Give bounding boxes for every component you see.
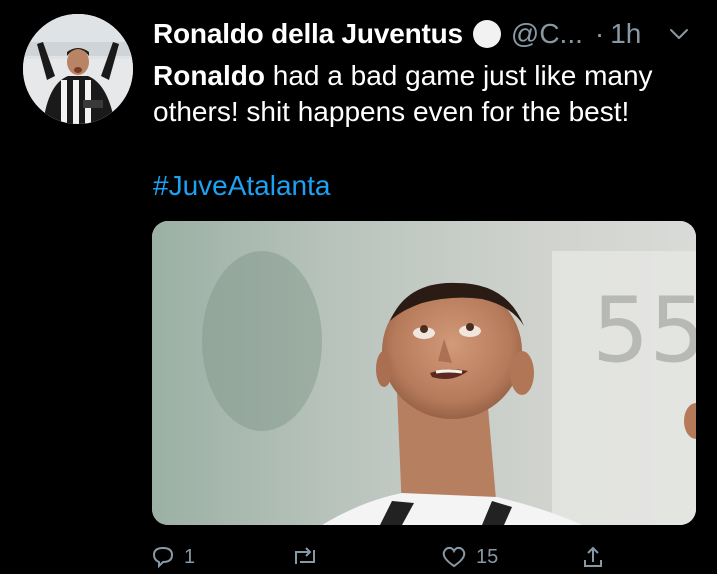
share-icon: [584, 546, 602, 567]
retweet-button[interactable]: [290, 544, 440, 570]
svg-text:55: 55: [592, 278, 696, 383]
player-photo: 55: [152, 221, 696, 525]
retweet-icon: [295, 547, 315, 564]
white-circle-icon: [472, 20, 501, 48]
reply-count: 1: [184, 545, 196, 568]
share-button[interactable]: [580, 544, 606, 570]
tweet-media-image[interactable]: 55: [152, 221, 696, 525]
separator-dot: ·: [594, 18, 605, 49]
tweet-header: Ronaldo della Juventus @C... · 1h: [153, 14, 697, 54]
user-handle[interactable]: @C...: [511, 18, 583, 50]
heart-icon: [442, 546, 466, 568]
body-bold-name: Ronaldo: [153, 60, 265, 91]
reply-button[interactable]: 1: [150, 544, 290, 570]
hashtag-link[interactable]: #JuveAtalanta: [153, 170, 330, 202]
like-button[interactable]: 15: [440, 544, 580, 570]
avatar-image: [23, 14, 133, 124]
reply-icon: [152, 546, 174, 569]
chevron-down-icon[interactable]: [667, 22, 691, 46]
display-name[interactable]: Ronaldo della Juventus: [153, 18, 463, 50]
timestamp[interactable]: 1h: [610, 18, 641, 50]
like-count: 15: [476, 545, 499, 568]
tweet-text: Ronaldo had a bad game just like many ot…: [153, 58, 698, 130]
tweet-actions: 1 15: [150, 544, 710, 574]
avatar[interactable]: [23, 14, 133, 124]
